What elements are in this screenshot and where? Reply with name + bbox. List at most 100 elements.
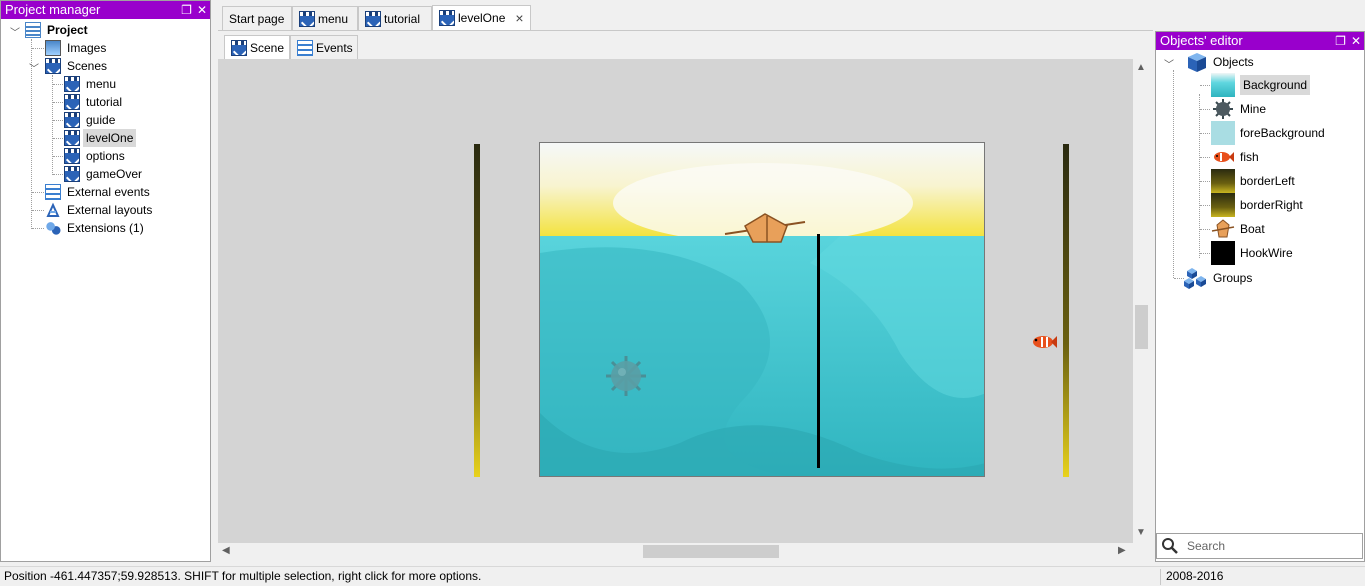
close-panel-icon[interactable]: ✕: [197, 1, 207, 19]
tree-item-label: Project: [47, 23, 88, 37]
subtab-scene[interactable]: Scene: [224, 35, 290, 59]
tree-item-extensions[interactable]: Extensions (1): [45, 219, 147, 237]
close-panel-icon[interactable]: ✕: [1351, 32, 1361, 50]
tree-branch: [1174, 278, 1184, 279]
horizontal-scroll-thumb[interactable]: [643, 545, 779, 558]
scroll-right-arrow-icon[interactable]: ▶: [1118, 545, 1126, 556]
tree-branch: [1200, 133, 1210, 134]
collapse-objects-chevron-icon[interactable]: ﹀: [1164, 56, 1174, 71]
hookwire-object[interactable]: [817, 234, 820, 468]
fish-thumb-icon: [1214, 152, 1234, 162]
object-label: foreBackground: [1240, 126, 1325, 140]
tree-item-scene-gameover[interactable]: gameOver: [64, 165, 145, 183]
tree-branch: [53, 102, 63, 103]
float-panel-icon[interactable]: ❐: [181, 1, 192, 19]
project-icon: [25, 22, 41, 38]
collapse-project-chevron-icon[interactable]: ﹀: [10, 24, 20, 39]
tree-item-scenes[interactable]: Scenes: [45, 57, 110, 75]
project-manager-panel: Project manager ❐ ✕ ﹀ Project Images ﹀ S…: [0, 0, 211, 562]
object-label: fish: [1240, 150, 1259, 164]
tree-item-label: Scenes: [67, 59, 108, 73]
boat-object[interactable]: [723, 212, 808, 248]
scene-icon: [64, 130, 80, 146]
scroll-down-arrow-icon[interactable]: ▼: [1136, 527, 1146, 538]
border-left-object[interactable]: [474, 144, 480, 477]
scene-icon: [64, 148, 80, 164]
scene-icon: [365, 10, 381, 27]
horizontal-scrollbar[interactable]: ◀ ▶: [218, 543, 1133, 560]
vertical-scrollbar[interactable]: ▲ ▼: [1133, 59, 1150, 543]
tree-item-project[interactable]: Project: [25, 21, 91, 39]
tree-item-label: gameOver: [86, 167, 143, 181]
subtab-events[interactable]: Events: [290, 35, 358, 59]
object-item-fish[interactable]: fish: [1211, 145, 1259, 169]
scene-icon: [64, 112, 80, 128]
objects-search-field[interactable]: Search: [1156, 533, 1363, 559]
object-item-boat[interactable]: Boat: [1211, 217, 1265, 241]
scene-canvas[interactable]: [218, 59, 1133, 543]
float-panel-icon[interactable]: ❐: [1335, 32, 1346, 50]
search-icon: [1162, 538, 1178, 554]
mine-object[interactable]: [604, 354, 648, 398]
object-item-hookwire[interactable]: HookWire: [1211, 241, 1293, 265]
tree-branch: [53, 138, 63, 139]
tree-item-scene-tutorial[interactable]: tutorial: [64, 93, 125, 111]
close-tab-icon[interactable]: ×: [515, 7, 523, 29]
objects-editor-title-bar: Objects' editor ❐ ✕: [1156, 32, 1364, 50]
tree-item-label: options: [86, 149, 125, 163]
object-label: Boat: [1240, 222, 1265, 236]
scroll-up-arrow-icon[interactable]: ▲: [1136, 62, 1146, 73]
tree-item-scene-options[interactable]: options: [64, 147, 128, 165]
fish-object[interactable]: [1031, 334, 1057, 350]
collapse-scenes-chevron-icon[interactable]: ﹀: [29, 60, 39, 75]
tab-tutorial[interactable]: tutorial: [358, 6, 432, 30]
object-item-mine[interactable]: Mine: [1211, 97, 1266, 121]
forebackground-thumb-icon: [1211, 121, 1235, 145]
tree-item-label: External events: [67, 185, 150, 199]
tree-item-label: Groups: [1213, 271, 1253, 285]
status-copyright: 2008-2016: [1166, 569, 1224, 583]
search-placeholder: Search: [1187, 539, 1226, 553]
background-art: [540, 143, 984, 476]
tree-item-scene-guide[interactable]: guide: [64, 111, 118, 129]
tree-item-label: menu: [86, 77, 117, 91]
tree-branch: [1200, 157, 1210, 158]
tree-item-scene-levelone[interactable]: levelOne: [64, 129, 137, 147]
tree-item-scene-menu[interactable]: menu: [64, 75, 119, 93]
tab-menu[interactable]: menu: [292, 6, 358, 30]
tree-item-external-layouts[interactable]: External layouts: [45, 201, 155, 219]
subtab-label: Events: [316, 40, 353, 55]
scene-icon: [64, 76, 80, 92]
tree-item-external-events[interactable]: External events: [45, 183, 153, 201]
tab-start-page[interactable]: Start page: [222, 6, 292, 30]
object-item-borderleft[interactable]: borderLeft: [1211, 169, 1295, 193]
scenes-icon: [45, 58, 61, 74]
objects-editor-panel: Objects' editor ❐ ✕ ﹀ Objects Background…: [1155, 31, 1365, 562]
tree-branch: [32, 210, 44, 211]
tree-branch: [53, 156, 63, 157]
tree-branch: [53, 120, 63, 121]
scene-icon: [64, 166, 80, 182]
project-manager-title: Project manager: [5, 2, 101, 17]
images-icon: [45, 40, 61, 56]
tree-item-objects-root[interactable]: Objects: [1184, 50, 1254, 74]
border-thumb-icon: [1211, 193, 1235, 217]
tab-levelone[interactable]: levelOne ×: [432, 5, 531, 30]
tree-branch: [1200, 205, 1210, 206]
border-right-object[interactable]: [1063, 144, 1069, 477]
tree-item-images[interactable]: Images: [45, 39, 109, 57]
objects-cube-icon: [1188, 53, 1206, 72]
scene-icon: [64, 94, 80, 110]
scroll-left-arrow-icon[interactable]: ◀: [222, 545, 230, 556]
object-item-forebackground[interactable]: foreBackground: [1211, 121, 1325, 145]
vertical-scroll-thumb[interactable]: [1135, 305, 1148, 349]
tree-branch: [53, 84, 63, 85]
object-item-background[interactable]: Background: [1211, 73, 1311, 97]
tree-branch: [1200, 109, 1210, 110]
background-thumb-icon: [1211, 73, 1235, 97]
tree-item-label: Images: [67, 41, 107, 55]
object-item-borderright[interactable]: borderRight: [1211, 193, 1303, 217]
background-object[interactable]: [539, 142, 985, 477]
groups-cubes-icon: [1184, 268, 1206, 289]
tree-item-groups[interactable]: Groups: [1184, 266, 1252, 290]
